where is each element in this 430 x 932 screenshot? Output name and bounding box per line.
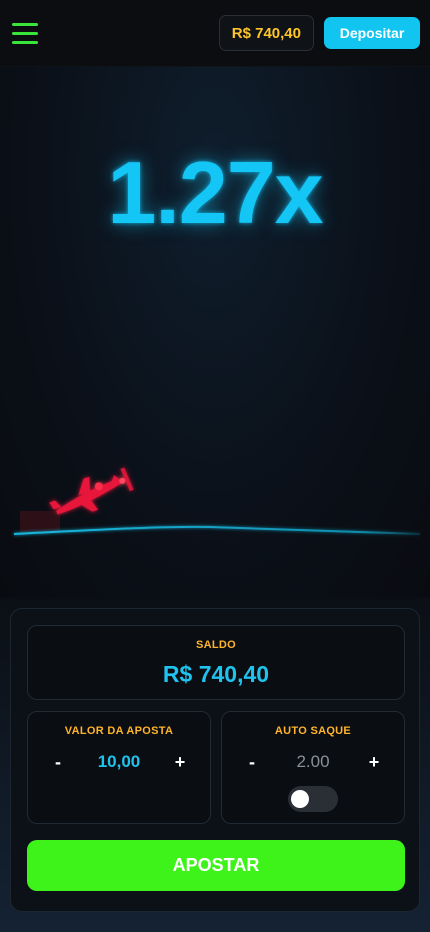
header-balance: R$ 740,40 — [218, 15, 314, 51]
saldo-label: SALDO — [196, 639, 236, 651]
auto-increase-button[interactable]: + — [366, 752, 382, 773]
top-right-group: R$ 740,40 Depositar — [218, 15, 420, 51]
top-bar: R$ 740,40 Depositar — [0, 0, 430, 67]
auto-cashout-box: AUTO SAQUE - 2.00 + — [221, 711, 405, 824]
auto-cashout-stepper: - 2.00 + — [222, 750, 404, 774]
auto-cashout-toggle[interactable] — [288, 786, 338, 812]
place-bet-button[interactable]: APOSTAR — [27, 840, 405, 891]
bet-amount-box: VALOR DA APOSTA - 10,00 + — [27, 711, 211, 824]
saldo-box: SALDO R$ 740,40 — [27, 625, 405, 700]
hamburger-menu-icon[interactable] — [12, 22, 38, 44]
bet-decrease-button[interactable]: - — [50, 752, 66, 773]
multiplier-display: 1.27x — [107, 143, 323, 242]
auto-cashout-value[interactable]: 2.00 — [296, 752, 329, 772]
bet-increase-button[interactable]: + — [172, 752, 188, 773]
deposit-button[interactable]: Depositar — [324, 17, 420, 49]
auto-decrease-button[interactable]: - — [244, 752, 260, 773]
bet-amount-stepper: - 10,00 + — [28, 750, 210, 774]
bet-amount-label: VALOR DA APOSTA — [64, 725, 174, 737]
auto-cashout-label: AUTO SAQUE — [274, 725, 352, 737]
bet-amount-value[interactable]: 10,00 — [98, 752, 141, 772]
saldo-value: R$ 740,40 — [162, 661, 270, 687]
bet-panel: SALDO R$ 740,40 VALOR DA APOSTA - 10,00 … — [10, 608, 420, 912]
game-canvas: 1.27x — [0, 67, 430, 597]
flight-trail — [13, 525, 421, 535]
toggle-knob — [291, 790, 309, 808]
trail-shadow-block — [20, 511, 60, 533]
